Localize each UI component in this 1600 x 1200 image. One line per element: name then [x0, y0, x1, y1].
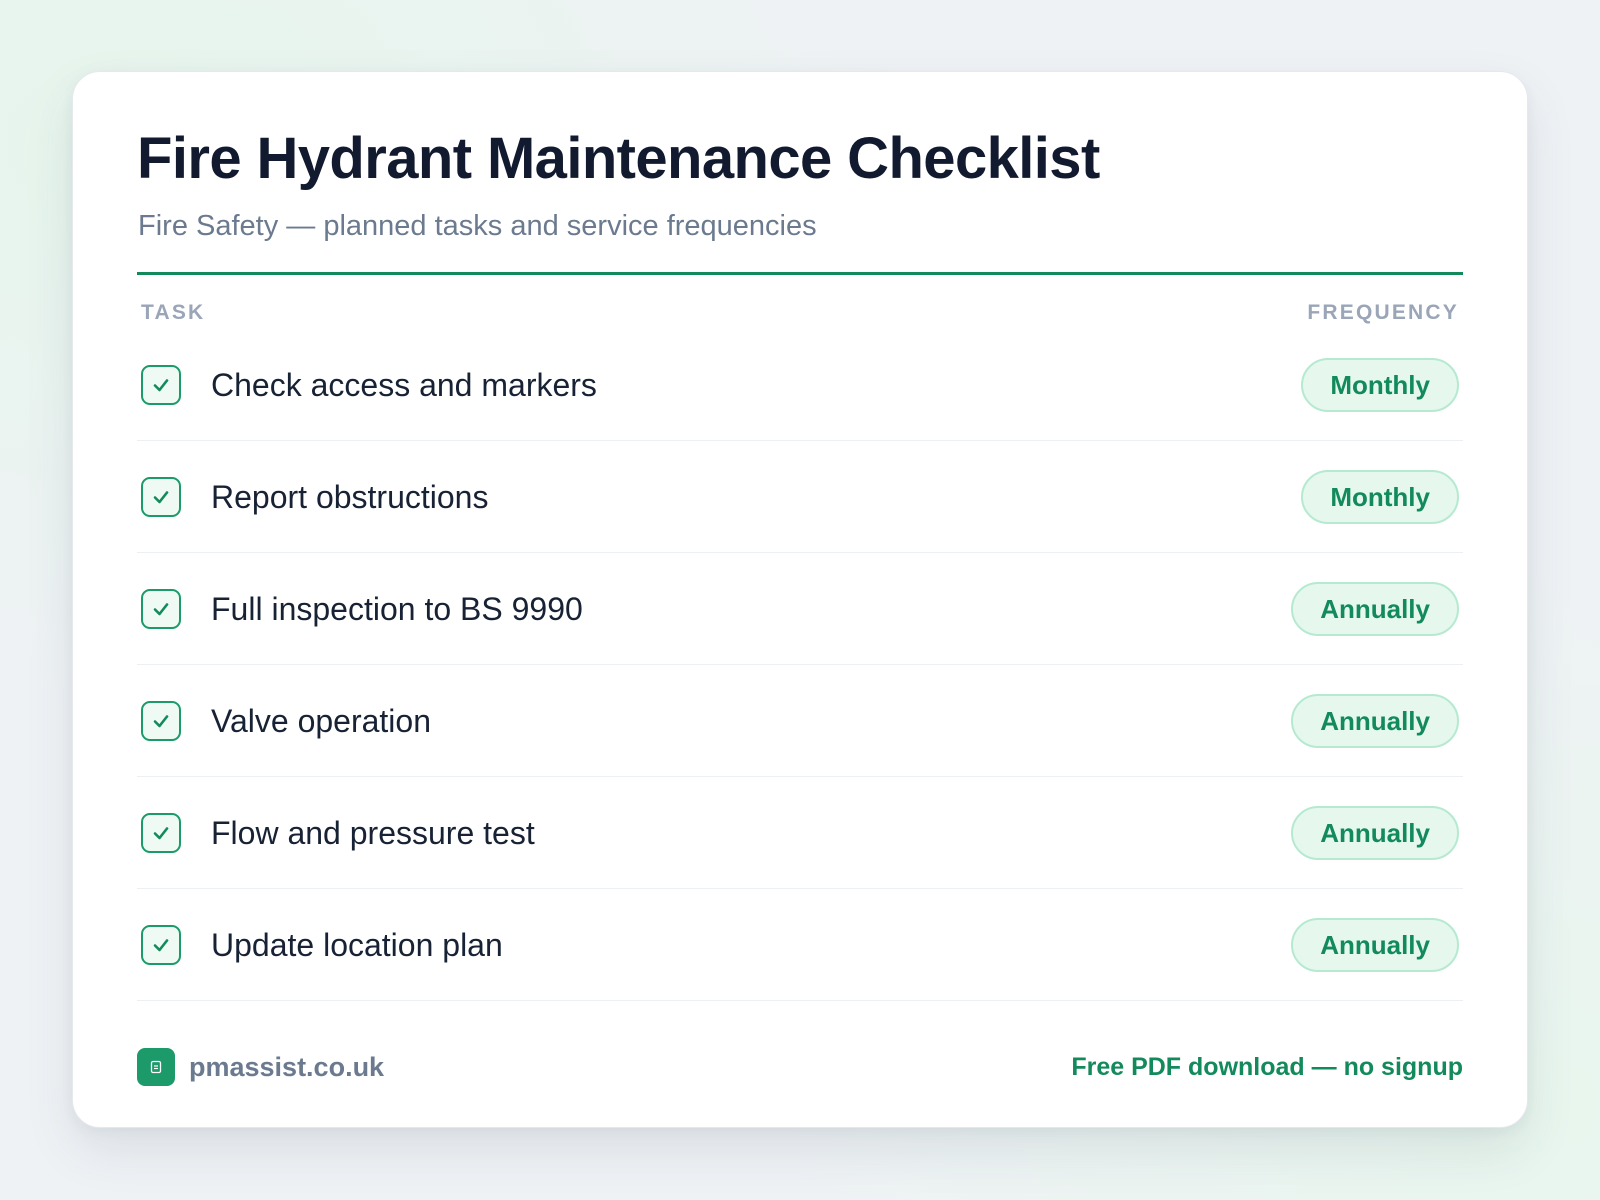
task-checkbox[interactable] [141, 925, 181, 965]
page-subtitle: Fire Safety — planned tasks and service … [138, 210, 817, 242]
task-row: Report obstructions Monthly [137, 441, 1463, 553]
task-row: Full inspection to BS 9990 Annually [137, 553, 1463, 665]
check-icon [153, 939, 169, 952]
task-row: Check access and markers Monthly [137, 329, 1463, 441]
pdf-download-link[interactable]: Free PDF download — no signup [1071, 1047, 1463, 1087]
task-checkbox[interactable] [141, 477, 181, 517]
task-label: Full inspection to BS 9990 [211, 590, 583, 627]
frequency-badge: Monthly [1301, 470, 1459, 524]
task-checkbox[interactable] [141, 589, 181, 629]
task-row: Update location plan Annually [137, 889, 1463, 1001]
frequency-badge: Annually [1291, 694, 1459, 748]
site-link[interactable]: pmassist.co.uk [189, 1047, 384, 1087]
task-label: Check access and markers [211, 366, 597, 403]
frequency-badge: Annually [1291, 806, 1459, 860]
footer: pmassist.co.uk Free PDF download — no si… [137, 1047, 1463, 1087]
task-column-header: TASK [141, 301, 206, 324]
task-row: Flow and pressure test Annually [137, 777, 1463, 889]
task-label: Flow and pressure test [211, 814, 535, 851]
task-row: Valve operation Annually [137, 665, 1463, 777]
page-title: Fire Hydrant Maintenance Checklist [137, 126, 1100, 191]
task-label: Valve operation [211, 702, 431, 739]
check-icon [153, 603, 169, 616]
frequency-badge: Annually [1291, 582, 1459, 636]
check-icon [153, 491, 169, 504]
frequency-column-header: FREQUENCY [1307, 301, 1459, 324]
frequency-badge: Monthly [1301, 358, 1459, 412]
document-icon [150, 1060, 162, 1074]
checklist-card: Fire Hydrant Maintenance Checklist Fire … [72, 71, 1528, 1128]
check-icon [153, 715, 169, 728]
check-icon [153, 827, 169, 840]
check-icon [153, 379, 169, 392]
task-checkbox[interactable] [141, 813, 181, 853]
task-checkbox[interactable] [141, 365, 181, 405]
task-label: Update location plan [211, 926, 503, 963]
task-checkbox[interactable] [141, 701, 181, 741]
frequency-badge: Annually [1291, 918, 1459, 972]
header-divider [137, 272, 1463, 275]
task-label: Report obstructions [211, 478, 489, 515]
site-logo [137, 1048, 175, 1086]
task-list: Check access and markers Monthly Report … [137, 329, 1463, 1001]
